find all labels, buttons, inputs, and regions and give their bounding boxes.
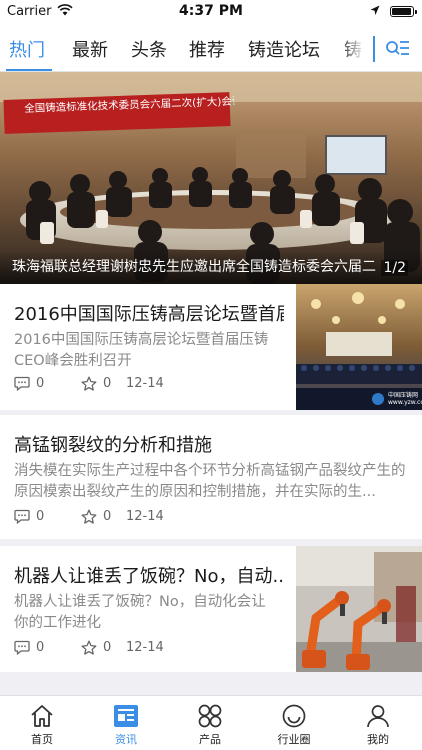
hero-caption: 珠海福联总经理谢树忠先生应邀出席全国铸造标委会六届二 [12,259,376,275]
article-thumbnail: 中国压铸网 www.yzw.cc [296,284,422,410]
tabbar-profile-label: 我的 [367,733,389,746]
favorite-count-value: 0 [103,640,112,655]
comment-icon [14,376,30,391]
category-menu-icon [386,41,409,55]
tab-casting-forum[interactable]: 铸造论坛 [248,36,320,62]
tabbar-news-label: 资讯 [115,733,137,746]
tabbar-products-label: 产品 [199,733,221,746]
tabbar-profile[interactable]: 我的 [336,696,420,750]
products-icon [198,704,222,728]
article-date: 12-14 [126,640,164,655]
tab-headlines[interactable]: 头条 [131,36,167,62]
comment-icon [14,509,30,524]
article-thumbnail [296,546,422,672]
star-icon [81,509,97,524]
tabbar-home[interactable]: 首页 [0,696,84,750]
tabs-fade [340,24,376,71]
profile-icon [367,705,389,728]
home-icon [31,705,53,727]
battery-icon [390,6,417,17]
tabbar-industry-circle[interactable]: 行业圈 [252,696,336,750]
tabbar-products[interactable]: 产品 [168,696,252,750]
news-icon [114,705,138,727]
tabbar-home-label: 首页 [31,733,53,746]
article-meta: 0 0 12-14 [14,508,274,526]
comment-count-value: 0 [36,376,45,391]
location-arrow-icon [370,5,380,15]
active-tab-indicator [6,69,52,71]
article-card[interactable]: 机器人让谁丢了饭碗？No，自动... 机器人让谁丢了饭碗？No，自动化会让你的工… [0,546,422,672]
industry-circle-icon [282,704,306,728]
tabbar-news[interactable]: 资讯 [84,696,168,750]
article-summary: 机器人让谁丢了饭碗？No，自动化会让你的工作进化 [14,594,266,631]
tabbar-industry-circle-label: 行业圈 [277,733,311,746]
favorite-count-value: 0 [103,509,112,524]
status-time: 4:37 PM [179,3,243,19]
article-summary: 消失模在实际生产过程中各个环节分析高锰钢产品裂纹产生的原因模索出裂纹产生的原因和… [14,463,406,500]
article-card[interactable]: 2016中国国际压铸高层论坛暨首届压铸... 2016中国国际压铸高层论坛暨首届… [0,284,422,410]
category-tabs: 热门 最新 头条 推荐 铸造论坛 铸 [0,24,422,72]
comment-icon [14,640,30,655]
bottom-tab-bar: 首页 资讯 产品 行业圈 我的 [0,695,422,750]
article-card[interactable]: 高锰钢裂纹的分析和措施 消失模在实际生产过程中各个环节分析高锰钢产品裂纹产生的原… [0,415,422,539]
hero-carousel[interactable]: 全国铸造标准化技术委员会六届二次(扩大)会议 珠海福联总经理谢树忠先生应邀出席全… [0,72,422,284]
tab-latest[interactable]: 最新 [72,36,108,62]
article-date: 12-14 [126,376,164,391]
hero-caption-bar: 珠海福联总经理谢树忠先生应邀出席全国铸造标委会六届二 [0,250,422,284]
tab-recommended[interactable]: 推荐 [189,36,225,62]
comment-count-value: 0 [36,640,45,655]
article-meta: 0 0 12-14 [14,639,274,657]
comment-count-value: 0 [36,509,45,524]
article-date: 12-14 [126,509,164,524]
star-icon [81,640,97,655]
favorite-count-value: 0 [103,376,112,391]
tab-hot[interactable]: 热门 [9,36,45,62]
article-title: 机器人让谁丢了饭碗？No，自动... [14,566,284,587]
article-title: 高锰钢裂纹的分析和措施 [14,435,212,456]
star-icon [81,376,97,391]
article-title: 2016中国国际压铸高层论坛暨首届压铸... [14,304,284,325]
thumbnail-watermark: 中国压铸网 www.yzw.cc [388,392,422,406]
status-bar: Carrier 4:37 PM [0,0,422,24]
category-menu-button[interactable] [373,36,413,62]
hero-page-counter: 1/2 [381,260,408,276]
article-summary: 2016中国国际压铸高层论坛暨首届压铸CEO峰会胜利召开 [14,332,269,369]
article-meta: 0 0 12-14 [14,375,274,393]
